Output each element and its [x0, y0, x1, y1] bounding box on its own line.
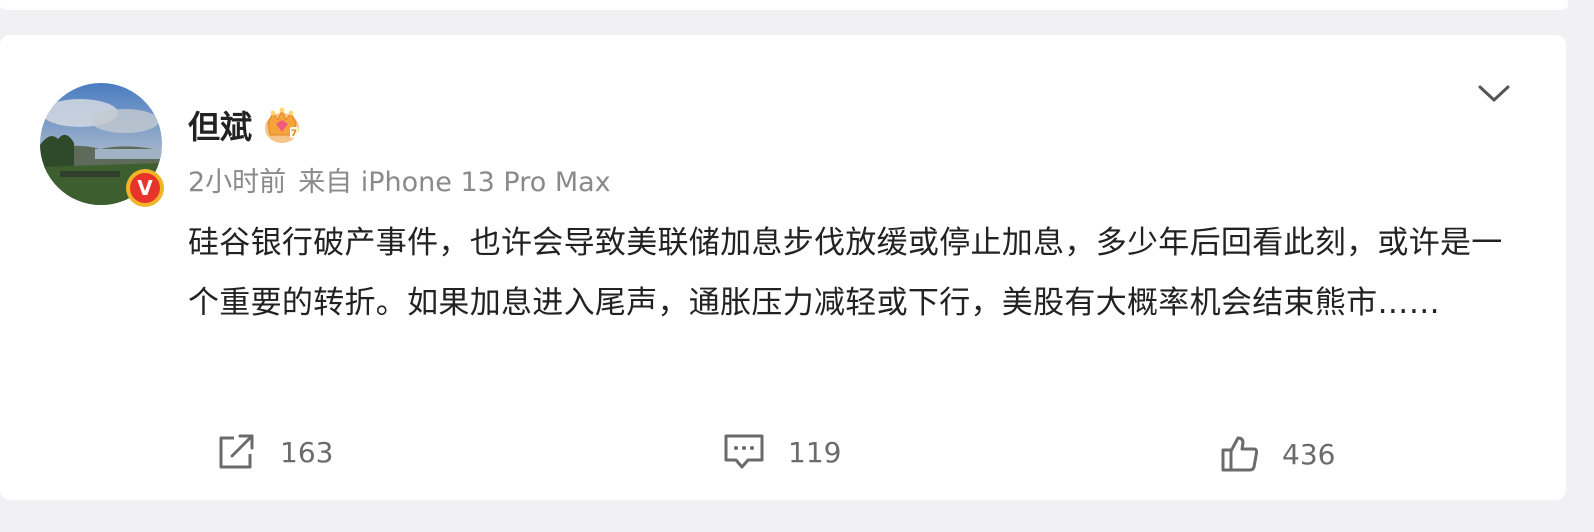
like-button[interactable]: 436 [1220, 432, 1335, 476]
comment-button[interactable]: 119 [722, 430, 841, 474]
post-source: 来自 iPhone 13 Pro Max [298, 167, 611, 198]
comment-icon [724, 434, 764, 469]
verified-badge: V [126, 169, 164, 207]
chevron-down-icon[interactable] [1476, 81, 1512, 105]
repost-count: 163 [280, 435, 334, 469]
post-meta: 2小时前 来自 iPhone 13 Pro Max [188, 165, 611, 201]
share-icon [219, 434, 254, 469]
action-bar: 163 119 436 [0, 430, 1566, 474]
thumbs-up-icon [1221, 436, 1259, 472]
post-content: 硅谷银行破产事件，也许会导致美联储加息步伐放缓或停止加息，多少年后回看此刻，或许… [188, 225, 1503, 321]
post-time[interactable]: 2小时前 [188, 167, 286, 198]
comment-count: 119 [788, 435, 842, 469]
like-count: 436 [1282, 437, 1336, 471]
crown-icon[interactable]: 7 [262, 105, 302, 145]
repost-button[interactable]: 163 [216, 430, 333, 474]
previous-card-edge [0, 0, 1568, 10]
weibo-post-card: V 但斌 7 2小时前 来自 iPhone 13 Pro Max 硅谷银行破产事件… [0, 35, 1566, 500]
svg-text:7: 7 [291, 129, 297, 139]
author-name[interactable]: 但斌 [188, 107, 252, 147]
verified-v-icon: V [130, 173, 160, 203]
